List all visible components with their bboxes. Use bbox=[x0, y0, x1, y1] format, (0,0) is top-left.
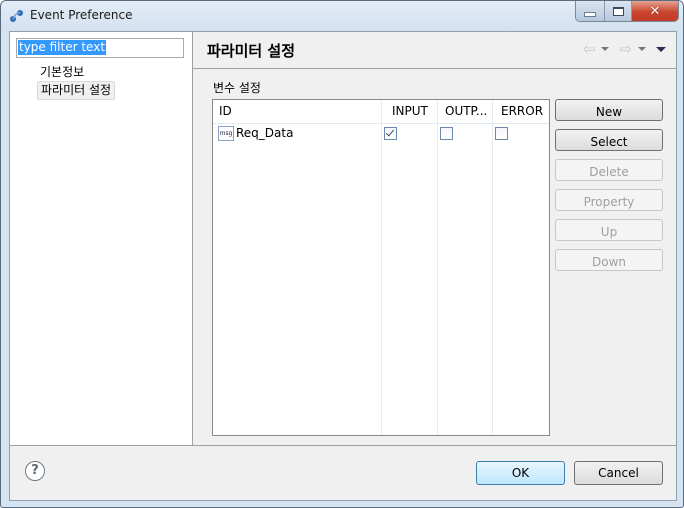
back-arrow-icon[interactable]: ⇦ bbox=[583, 42, 596, 57]
column-divider bbox=[381, 100, 382, 435]
message-icon: msg bbox=[218, 126, 234, 141]
close-button[interactable]: ✕ bbox=[632, 1, 678, 21]
cancel-button[interactable]: Cancel bbox=[574, 461, 663, 485]
app-icon bbox=[10, 10, 23, 22]
help-icon[interactable]: ? bbox=[25, 461, 45, 481]
column-header-input[interactable]: INPUT bbox=[392, 100, 428, 123]
select-parameter-button[interactable]: Select Parameter... bbox=[555, 129, 663, 171]
parameter-id: Req_Data bbox=[236, 126, 294, 140]
table-header: ID INPUT OUTP... ERROR bbox=[213, 100, 549, 124]
filter-text: type filter text bbox=[18, 40, 107, 55]
minimize-button[interactable] bbox=[576, 1, 605, 21]
column-header-id[interactable]: ID bbox=[219, 100, 232, 123]
column-divider bbox=[492, 100, 493, 435]
filter-input[interactable]: type filter text bbox=[16, 38, 184, 58]
parameter-table[interactable]: ID INPUT OUTP... ERROR msg Req_Data bbox=[212, 99, 550, 436]
forward-history-dropdown-icon[interactable] bbox=[638, 47, 646, 51]
dialog-window: Event Preference ✕ type filter text 기본정보… bbox=[0, 0, 684, 508]
column-divider bbox=[437, 100, 438, 435]
page-title: 파라미터 설정 bbox=[207, 42, 296, 60]
maximize-button[interactable] bbox=[605, 1, 632, 21]
down-button[interactable]: Down bbox=[555, 249, 663, 271]
tree-item-parameter-settings[interactable]: 파라미터 설정 bbox=[37, 81, 116, 100]
title-bar[interactable]: Event Preference ✕ bbox=[1, 1, 683, 31]
view-menu-icon[interactable] bbox=[656, 46, 666, 52]
output-checkbox[interactable] bbox=[440, 127, 453, 140]
column-header-output[interactable]: OUTP... bbox=[445, 100, 487, 123]
property-button[interactable]: Property bbox=[555, 189, 663, 211]
delete-button[interactable]: Delete bbox=[555, 159, 663, 181]
variable-settings-label: 변수 설정 bbox=[213, 81, 261, 95]
minimize-icon bbox=[584, 11, 596, 17]
back-history-dropdown-icon[interactable] bbox=[601, 47, 610, 51]
input-checkbox[interactable] bbox=[384, 127, 397, 140]
preference-page: 파라미터 설정 ⇦ ⇨ 변수 설정 ID INPUT OUTP... ERROR bbox=[193, 32, 676, 445]
new-parameter-button[interactable]: New Parameter... bbox=[555, 99, 663, 141]
ok-button[interactable]: OK bbox=[476, 461, 565, 485]
error-checkbox[interactable] bbox=[495, 127, 508, 140]
forward-arrow-icon[interactable]: ⇨ bbox=[619, 42, 632, 57]
dialog-client-area: type filter text 기본정보 파라미터 설정 파라미터 설정 ⇦ … bbox=[9, 31, 677, 501]
page-title-separator bbox=[193, 68, 676, 69]
table-row[interactable]: msg Req_Data bbox=[213, 124, 549, 144]
footer-separator bbox=[10, 445, 676, 446]
up-button[interactable]: Up bbox=[555, 219, 663, 241]
tree-item-basic-info[interactable]: 기본정보 bbox=[37, 64, 87, 81]
preference-tree: type filter text 기본정보 파라미터 설정 bbox=[10, 32, 193, 445]
page-nav-toolbar: ⇦ ⇨ bbox=[583, 42, 666, 57]
close-icon: ✕ bbox=[649, 3, 661, 19]
column-header-error[interactable]: ERROR bbox=[501, 100, 543, 123]
window-title: Event Preference bbox=[30, 8, 133, 22]
window-controls: ✕ bbox=[575, 1, 679, 22]
maximize-icon bbox=[612, 6, 624, 16]
